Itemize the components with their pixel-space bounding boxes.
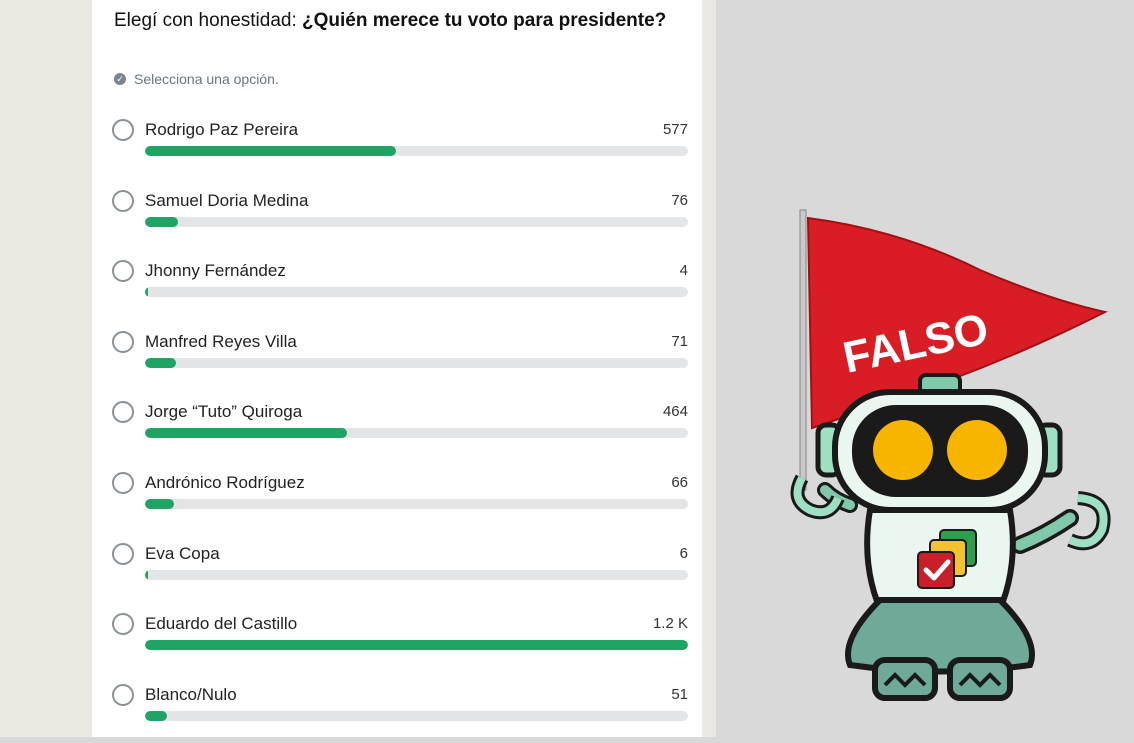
option-label: Samuel Doria Medina — [145, 191, 309, 210]
vote-bar-fill — [145, 711, 168, 721]
vote-bar-track — [145, 711, 688, 721]
poll-option[interactable]: Blanco/Nulo 51 — [112, 683, 690, 743]
option-vote-count: 4 — [679, 262, 688, 279]
radio-button[interactable] — [112, 472, 134, 494]
falso-robot-sticker: FALSO — [790, 209, 1111, 701]
vote-bar-track — [145, 358, 688, 368]
vote-bar-fill — [145, 570, 149, 580]
vote-bar-track — [145, 146, 688, 156]
vote-bar-fill — [145, 499, 174, 509]
poll-option[interactable]: Eva Copa 6 — [112, 542, 690, 602]
vote-bar-track — [145, 287, 688, 297]
option-vote-count: 76 — [671, 192, 688, 209]
vote-bar-fill — [145, 428, 347, 438]
option-vote-count: 1.2 K — [652, 615, 688, 632]
poll-option[interactable]: Rodrigo Paz Pereira 577 — [112, 118, 690, 178]
vote-bar-fill — [145, 146, 396, 156]
radio-button[interactable] — [112, 401, 134, 423]
option-label: Eduardo del Castillo — [145, 614, 298, 633]
right-foot — [947, 657, 1013, 701]
vote-bar-fill — [145, 358, 176, 368]
option-vote-count: 577 — [662, 121, 688, 138]
vote-bar-track — [145, 217, 688, 227]
poll-option[interactable]: Manfred Reyes Villa 71 — [112, 330, 690, 390]
radio-button[interactable] — [112, 684, 134, 706]
poll-title-prefix: Elegí con honestidad: — [114, 10, 297, 31]
vote-bar-track — [145, 428, 688, 438]
poll-option[interactable]: Jhonny Fernández 4 — [112, 259, 690, 319]
vote-bar-track — [145, 499, 688, 509]
radio-button[interactable] — [112, 260, 134, 282]
option-vote-count: 6 — [679, 545, 688, 562]
poll-option[interactable]: Samuel Doria Medina 76 — [112, 189, 690, 249]
option-label: Andrónico Rodríguez — [145, 473, 305, 492]
poll-title-question: ¿Quién merece tu voto para presidente? — [302, 10, 667, 31]
option-vote-count: 71 — [671, 333, 688, 350]
option-label: Jorge “Tuto” Quiroga — [145, 402, 303, 421]
radio-button[interactable] — [112, 613, 134, 635]
option-vote-count: 464 — [662, 403, 688, 420]
radio-button[interactable] — [112, 190, 134, 212]
flag-pole — [799, 209, 807, 491]
vote-bar-fill — [145, 287, 149, 297]
poll-option[interactable]: Andrónico Rodríguez 66 — [112, 471, 690, 531]
chat-background-left — [0, 0, 92, 737]
option-vote-count: 66 — [671, 474, 688, 491]
left-foot — [872, 657, 938, 701]
vote-bar-fill — [145, 217, 179, 227]
chat-background-right — [702, 0, 716, 737]
left-eye — [873, 420, 933, 480]
option-label: Manfred Reyes Villa — [145, 332, 297, 351]
radio-button[interactable] — [112, 119, 134, 141]
check-circle-icon: ✓ — [114, 73, 126, 85]
option-label: Jhonny Fernández — [145, 261, 286, 280]
right-eye — [947, 420, 1007, 480]
vote-bar-track — [145, 570, 688, 580]
vote-bar-fill — [145, 640, 688, 650]
poll-title: Elegí con honestidad: ¿Quién merece tu v… — [114, 8, 674, 34]
poll-option[interactable]: Jorge “Tuto” Quiroga 464 — [112, 400, 690, 460]
poll-card: Elegí con honestidad: ¿Quién merece tu v… — [92, 0, 702, 737]
option-label: Eva Copa — [145, 544, 220, 563]
poll-hint: ✓ Selecciona una opción. — [114, 71, 279, 87]
option-vote-count: 51 — [671, 686, 688, 703]
vote-bar-track — [145, 640, 688, 650]
option-label: Blanco/Nulo — [145, 685, 237, 704]
option-label: Rodrigo Paz Pereira — [145, 120, 299, 139]
radio-button[interactable] — [112, 331, 134, 353]
poll-option[interactable]: Eduardo del Castillo 1.2 K — [112, 612, 690, 672]
poll-hint-text: Selecciona una opción. — [134, 71, 279, 87]
radio-button[interactable] — [112, 543, 134, 565]
